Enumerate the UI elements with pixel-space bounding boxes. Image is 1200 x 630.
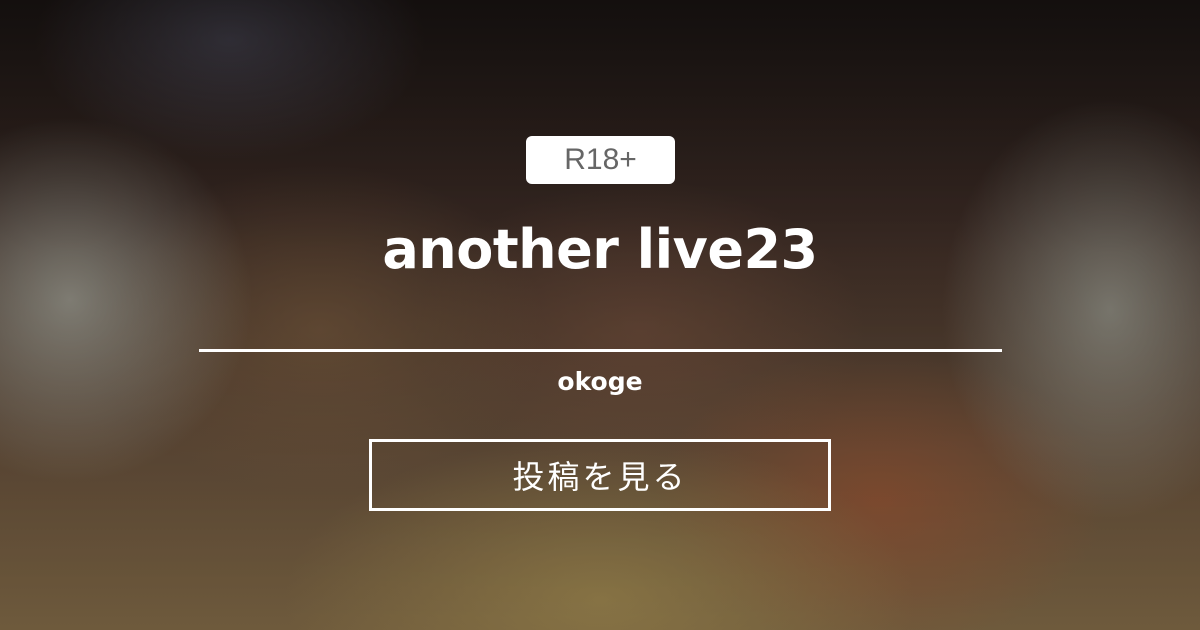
rating-badge: R18+ (526, 136, 675, 184)
post-title: another live23 (382, 218, 818, 281)
view-post-button[interactable]: 投稿を見る (369, 439, 831, 511)
share-card: R18+ another live23 okoge 投稿を見る (0, 0, 1200, 630)
divider (199, 349, 1002, 352)
background-overlay (0, 0, 1200, 630)
author-name[interactable]: okoge (0, 364, 1200, 400)
